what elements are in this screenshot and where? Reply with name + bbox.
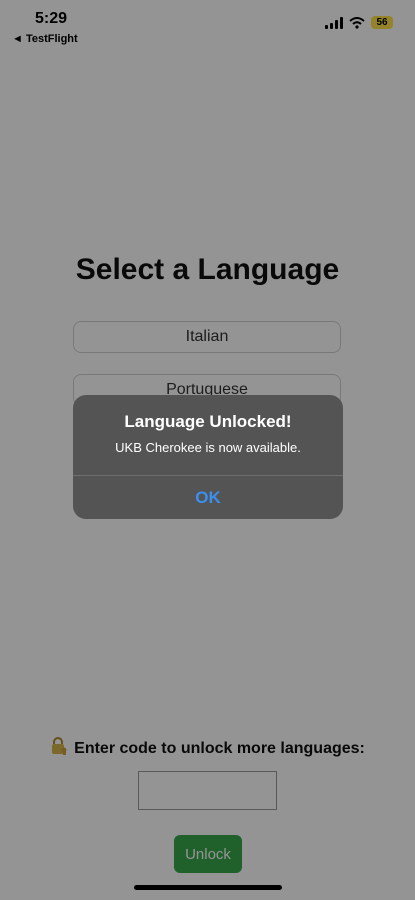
language-unlocked-alert: Language Unlocked! UKB Cherokee is now a… bbox=[73, 395, 343, 519]
alert-title: Language Unlocked! bbox=[124, 412, 292, 431]
ok-button[interactable]: OK bbox=[73, 476, 343, 519]
alert-message: UKB Cherokee is now available. bbox=[115, 440, 301, 455]
home-indicator[interactable] bbox=[134, 885, 282, 890]
